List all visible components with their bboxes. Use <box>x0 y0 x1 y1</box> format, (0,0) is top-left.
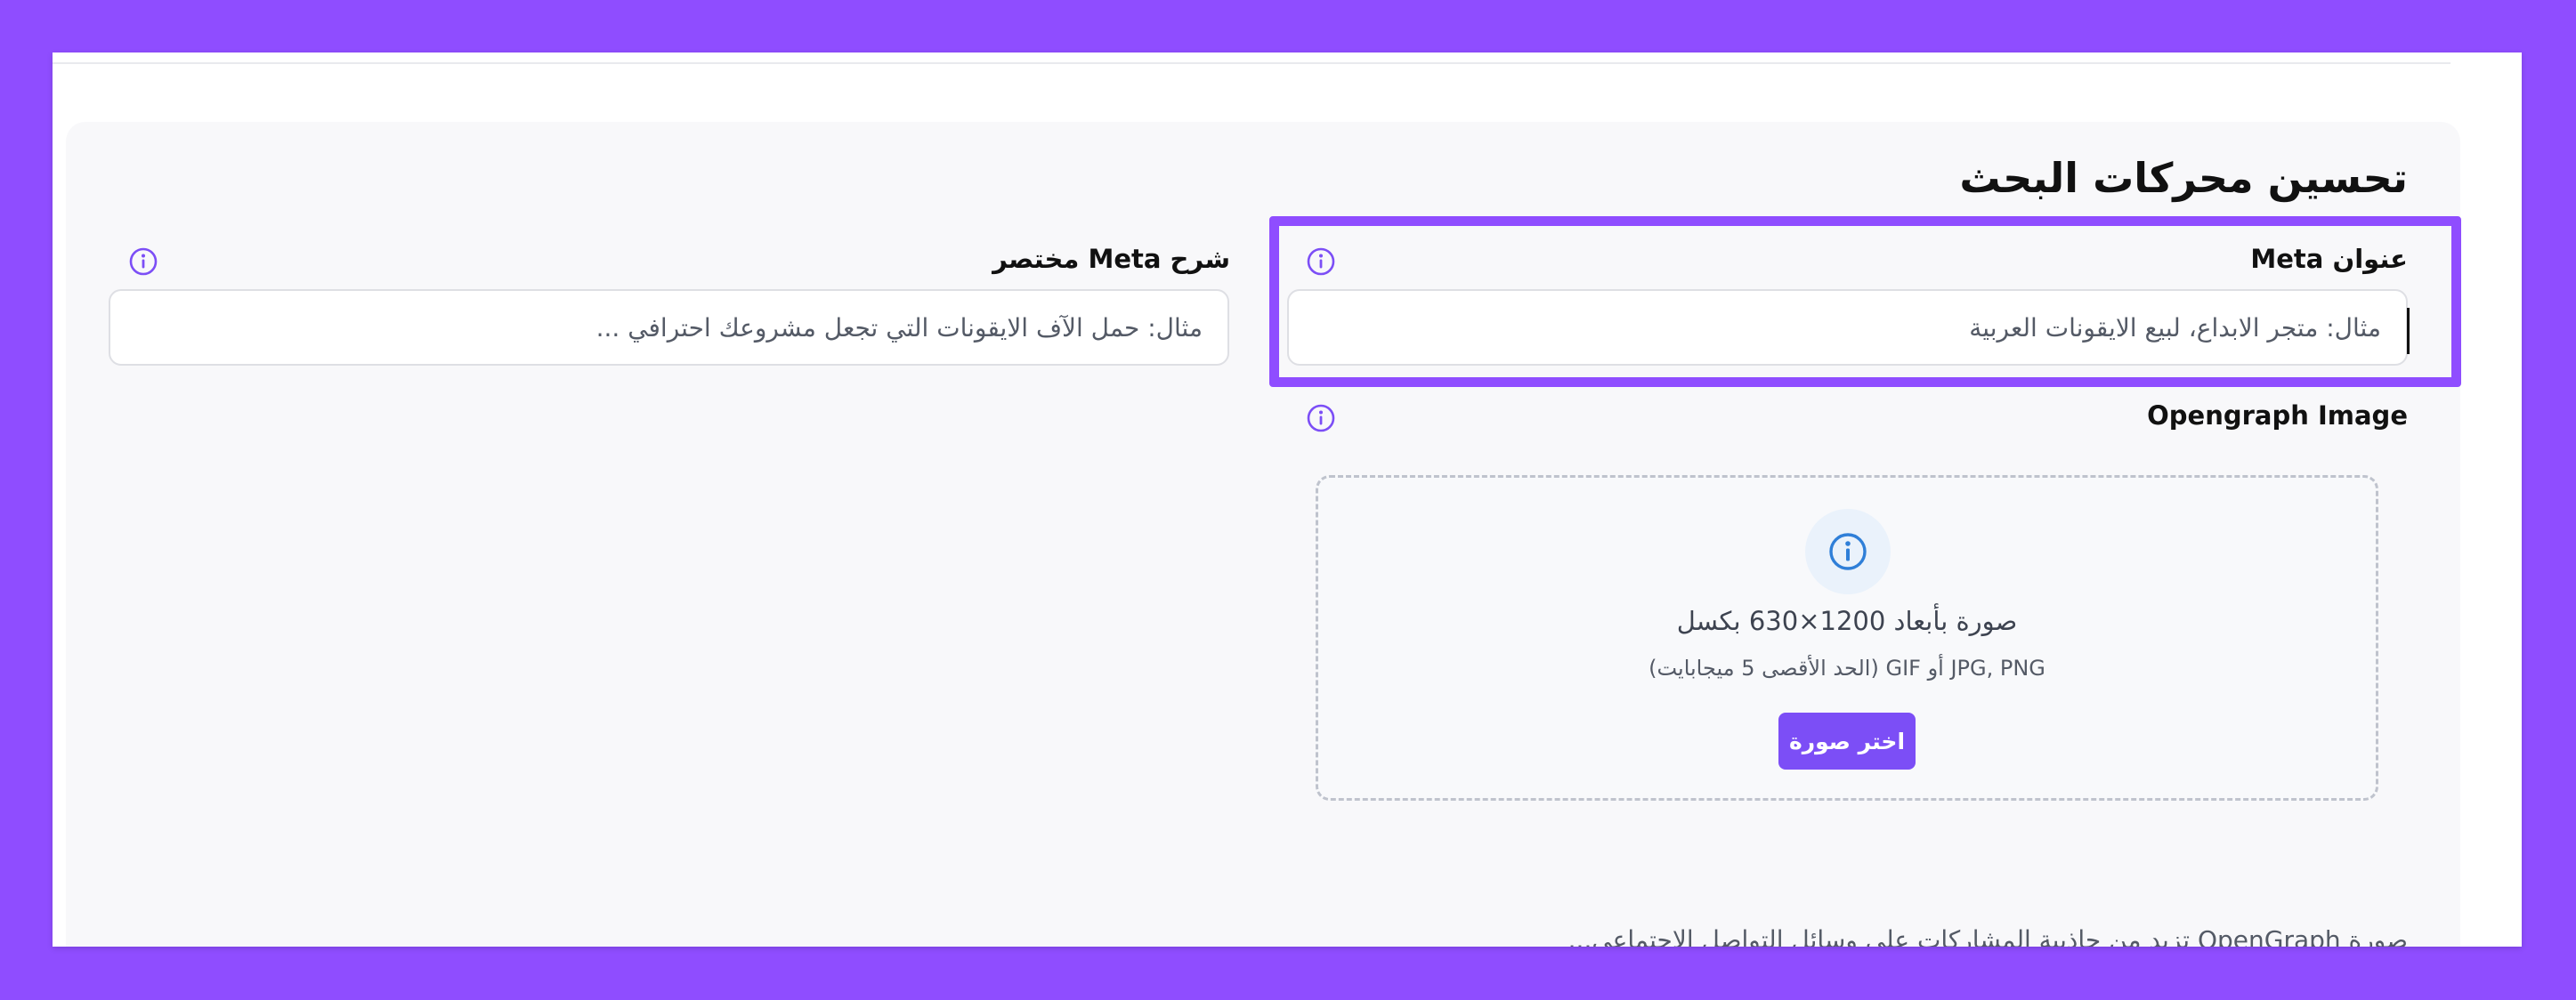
meta-description-label: شرح Meta مختصر <box>992 244 1230 274</box>
og-image-dimensions: صورة بأبعاد 1200×630 بكسل <box>1676 606 2018 636</box>
meta-title-input[interactable] <box>1287 289 2408 366</box>
og-image-formats: JPG, PNG أو GIF (الحد الأقصى 5 ميجابايت) <box>1648 656 2045 681</box>
og-image-help-text: صورة OpenGraph تزيد من جاذبية المشاركات … <box>1567 925 2408 947</box>
og-image-dropzone[interactable]: صورة بأبعاد 1200×630 بكسل JPG, PNG أو GI… <box>1316 475 2378 801</box>
upload-info-icon <box>1805 509 1891 594</box>
meta-description-info-icon[interactable] <box>128 246 158 277</box>
app-window: تحسين محركات البحث عنوان Meta شرح Meta م… <box>53 52 2522 947</box>
og-image-label: Opengraph Image <box>2147 400 2408 431</box>
text-caret <box>2407 308 2410 354</box>
choose-image-button[interactable]: اختر صورة <box>1778 713 1916 770</box>
meta-title-info-icon[interactable] <box>1306 246 1336 277</box>
top-divider <box>53 62 2450 64</box>
meta-description-input[interactable] <box>109 289 1229 366</box>
meta-title-label: عنوان Meta <box>2250 244 2408 274</box>
og-image-info-icon[interactable] <box>1306 403 1336 433</box>
section-title: تحسين محركات البحث <box>1959 154 2408 202</box>
